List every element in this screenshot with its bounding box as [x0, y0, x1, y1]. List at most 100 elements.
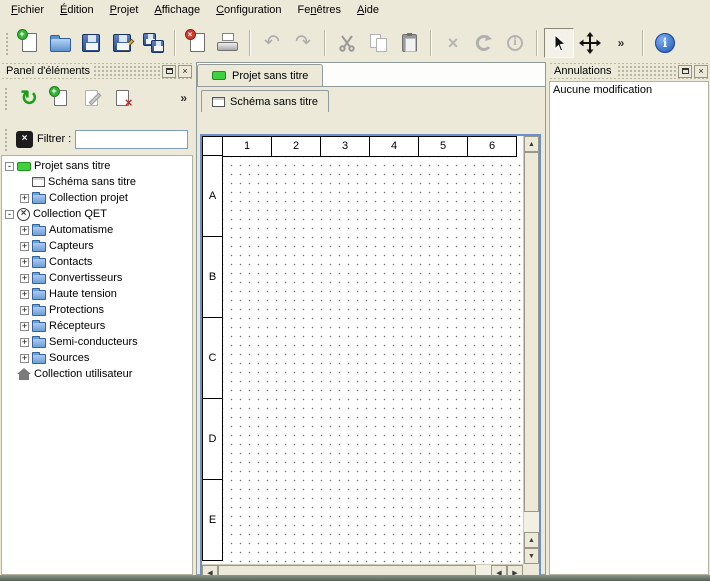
- collapse-icon[interactable]: -: [5, 210, 14, 219]
- tree-item-label: Protections: [49, 304, 104, 316]
- panel-extension-button[interactable]: »: [177, 91, 190, 105]
- folder-icon: [32, 338, 46, 348]
- about-button[interactable]: [650, 28, 680, 58]
- close-panel-button[interactable]: ×: [178, 65, 192, 78]
- expand-icon[interactable]: +: [20, 338, 29, 347]
- expand-icon[interactable]: +: [20, 258, 29, 267]
- float-undo-panel-button[interactable]: [678, 65, 692, 78]
- menu-affichage[interactable]: Affichage: [146, 0, 208, 22]
- expand-icon[interactable]: +: [20, 194, 29, 203]
- reload-collections-button[interactable]: [15, 84, 43, 112]
- tree-item-capteurs[interactable]: + Capteurs: [2, 238, 192, 254]
- expand-icon[interactable]: +: [20, 242, 29, 251]
- copy-button[interactable]: [363, 28, 393, 58]
- edit-element-button[interactable]: [77, 84, 105, 112]
- project-icon: [17, 162, 31, 171]
- menu-fichier[interactable]: Fichier: [3, 0, 52, 22]
- filter-bar-grip[interactable]: [3, 127, 9, 151]
- rotate-button[interactable]: [469, 28, 499, 58]
- toolbar-separator: [536, 30, 538, 56]
- open-project-button[interactable]: [45, 28, 75, 58]
- collapse-icon[interactable]: -: [5, 162, 14, 171]
- new-element-button[interactable]: [46, 84, 74, 112]
- column-header-6: 6: [467, 136, 517, 157]
- row-header-C: C: [202, 317, 223, 399]
- tree-item-sources[interactable]: +Sources: [2, 350, 192, 366]
- toolbar-extension-button[interactable]: »: [606, 28, 636, 58]
- toolbar-separator: [642, 30, 644, 56]
- tab-schema-sans-titre[interactable]: Schéma sans titre: [201, 90, 329, 112]
- tree-item-collection-utilisateur[interactable]: Collection utilisateur: [2, 366, 192, 382]
- save-all-button[interactable]: [138, 28, 168, 58]
- elements-panel-titlebar[interactable]: Panel d'éléments ×: [0, 63, 194, 79]
- delete-element-button[interactable]: [108, 84, 136, 112]
- tab-projet-sans-titre[interactable]: Projet sans titre: [197, 64, 323, 87]
- undo-empty-message: Aucune modification: [553, 84, 705, 96]
- copy-icon: [370, 34, 387, 52]
- undo-history-list[interactable]: Aucune modification: [549, 81, 709, 575]
- scroll-down-button[interactable]: ▼: [524, 548, 539, 564]
- menu-edition[interactable]: Édition: [52, 0, 102, 22]
- move-tool-button[interactable]: [575, 28, 605, 58]
- menu-aide[interactable]: Aide: [349, 0, 387, 22]
- filter-label: Filtrer :: [37, 133, 71, 145]
- about-info-icon: [655, 33, 675, 53]
- save-button[interactable]: [76, 28, 106, 58]
- scroll-up-button[interactable]: ▲: [524, 136, 539, 152]
- print-button[interactable]: [213, 28, 243, 58]
- clear-filter-icon[interactable]: [16, 131, 33, 148]
- schema-canvas[interactable]: 123456 ABCDE: [202, 136, 523, 564]
- redo-button[interactable]: [288, 28, 318, 58]
- menu-projet[interactable]: Projet: [102, 0, 147, 22]
- float-icon: [166, 68, 173, 74]
- toolbar-separator: [430, 30, 432, 56]
- home-icon: [17, 368, 31, 380]
- tree-item-collection-projet[interactable]: +Collection projet: [2, 190, 192, 206]
- filter-input[interactable]: [75, 130, 188, 149]
- tree-item-projet-sans-titre[interactable]: -Projet sans titre: [2, 158, 192, 174]
- expand-icon[interactable]: +: [20, 274, 29, 283]
- save-as-button[interactable]: [107, 28, 137, 58]
- tree-item-haute-tension[interactable]: + Haute tension: [2, 286, 192, 302]
- cut-button[interactable]: [332, 28, 362, 58]
- tree-item-label: Capteurs: [49, 240, 94, 252]
- select-tool-button[interactable]: [544, 28, 574, 58]
- schema-tab-label: Schéma sans titre: [230, 96, 318, 108]
- expand-icon[interactable]: +: [20, 290, 29, 299]
- qelectrotech-window: FichierÉditionProjetAffichageConfigurati…: [0, 0, 710, 581]
- toolbar-separator: [174, 30, 176, 56]
- menu-configuration[interactable]: Configuration: [208, 0, 289, 22]
- float-panel-button[interactable]: [162, 65, 176, 78]
- scroll-up-button-bottom[interactable]: ▲: [524, 532, 539, 548]
- workspace: Projet sans titre Schéma sans titre 1234…: [196, 62, 546, 575]
- tree-item-contacts[interactable]: +Contacts: [2, 254, 192, 270]
- tree-item-recepteurs[interactable]: +Récepteurs: [2, 318, 192, 334]
- tree-item-collection-qet[interactable]: -Collection QET: [2, 206, 192, 222]
- vertical-scrollbar-thumb[interactable]: [524, 152, 539, 512]
- tree-item-semi-conducteurs[interactable]: +Semi-conducteurs: [2, 334, 192, 350]
- info-button[interactable]: [500, 28, 530, 58]
- main-toolbar: »: [0, 22, 710, 63]
- close-undo-panel-button[interactable]: ×: [694, 65, 708, 78]
- tree-item-convertisseurs[interactable]: +Convertisseurs: [2, 270, 192, 286]
- expand-icon[interactable]: +: [20, 306, 29, 315]
- save-icon: [82, 34, 100, 52]
- close-file-button[interactable]: [182, 28, 212, 58]
- window-bottom-edge: [0, 575, 710, 581]
- tree-item-protections[interactable]: + Protections: [2, 302, 192, 318]
- delete-button[interactable]: [438, 28, 468, 58]
- toolbar-grip[interactable]: [4, 31, 10, 55]
- paste-button[interactable]: [394, 28, 424, 58]
- new-project-button[interactable]: [14, 28, 44, 58]
- tree-item-schema-sans-titre[interactable]: Schéma sans titre: [2, 174, 192, 190]
- expand-icon[interactable]: +: [20, 322, 29, 331]
- undo-panel-titlebar[interactable]: Annulations ×: [548, 63, 710, 79]
- tree-item-automatisme[interactable]: +Automatisme: [2, 222, 192, 238]
- elements-tree[interactable]: -Projet sans titreSchéma sans titre+Coll…: [1, 155, 193, 575]
- undo-button[interactable]: [257, 28, 287, 58]
- expand-icon[interactable]: +: [20, 226, 29, 235]
- tree-item-label: Haute tension: [49, 288, 117, 300]
- menu-fenetres[interactable]: Fenêtres: [290, 0, 349, 22]
- panel-toolbar-grip[interactable]: [3, 86, 9, 110]
- expand-icon[interactable]: +: [20, 354, 29, 363]
